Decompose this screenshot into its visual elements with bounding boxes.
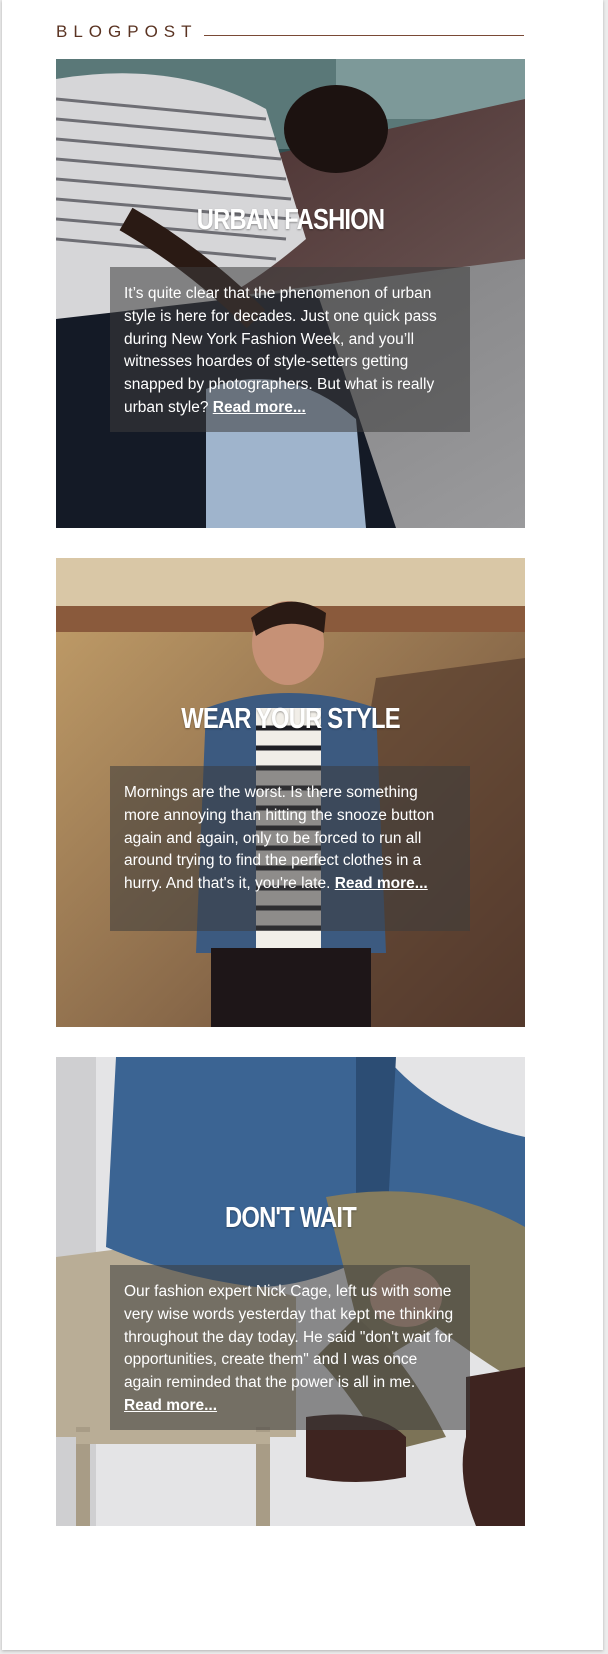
blog-post-1[interactable]: URBAN FASHION It’s quite clear that the … xyxy=(56,59,525,528)
post-title: URBAN FASHION xyxy=(196,204,385,236)
section-label: BLOGPOST xyxy=(56,22,198,41)
post-excerpt: Mornings are the worst. Is there somethi… xyxy=(110,766,470,931)
header-rule xyxy=(203,34,524,36)
blog-post-2[interactable]: WEAR YOUR STYLE Mornings are the worst. … xyxy=(56,558,525,1027)
post-body: It’s quite clear that the phenomenon of … xyxy=(124,285,437,416)
section-header: BLOGPOST xyxy=(56,18,524,46)
post-title: WEAR YOUR STYLE xyxy=(181,703,400,735)
read-more-link[interactable]: Read more... xyxy=(124,1397,217,1414)
read-more-link[interactable]: Read more... xyxy=(213,399,306,416)
blog-post-3[interactable]: DON'T WAIT Our fashion expert Nick Cage,… xyxy=(56,1057,525,1526)
post-title: DON'T WAIT xyxy=(225,1202,357,1234)
post-excerpt: Our fashion expert Nick Cage, left us wi… xyxy=(110,1265,470,1430)
newsletter-card: BLOGPOST URBAN FASHION It’s quite clear … xyxy=(2,0,603,1650)
post-excerpt: It’s quite clear that the phenomenon of … xyxy=(110,267,470,432)
post-body: Our fashion expert Nick Cage, left us wi… xyxy=(124,1283,454,1392)
read-more-link[interactable]: Read more... xyxy=(335,875,428,892)
